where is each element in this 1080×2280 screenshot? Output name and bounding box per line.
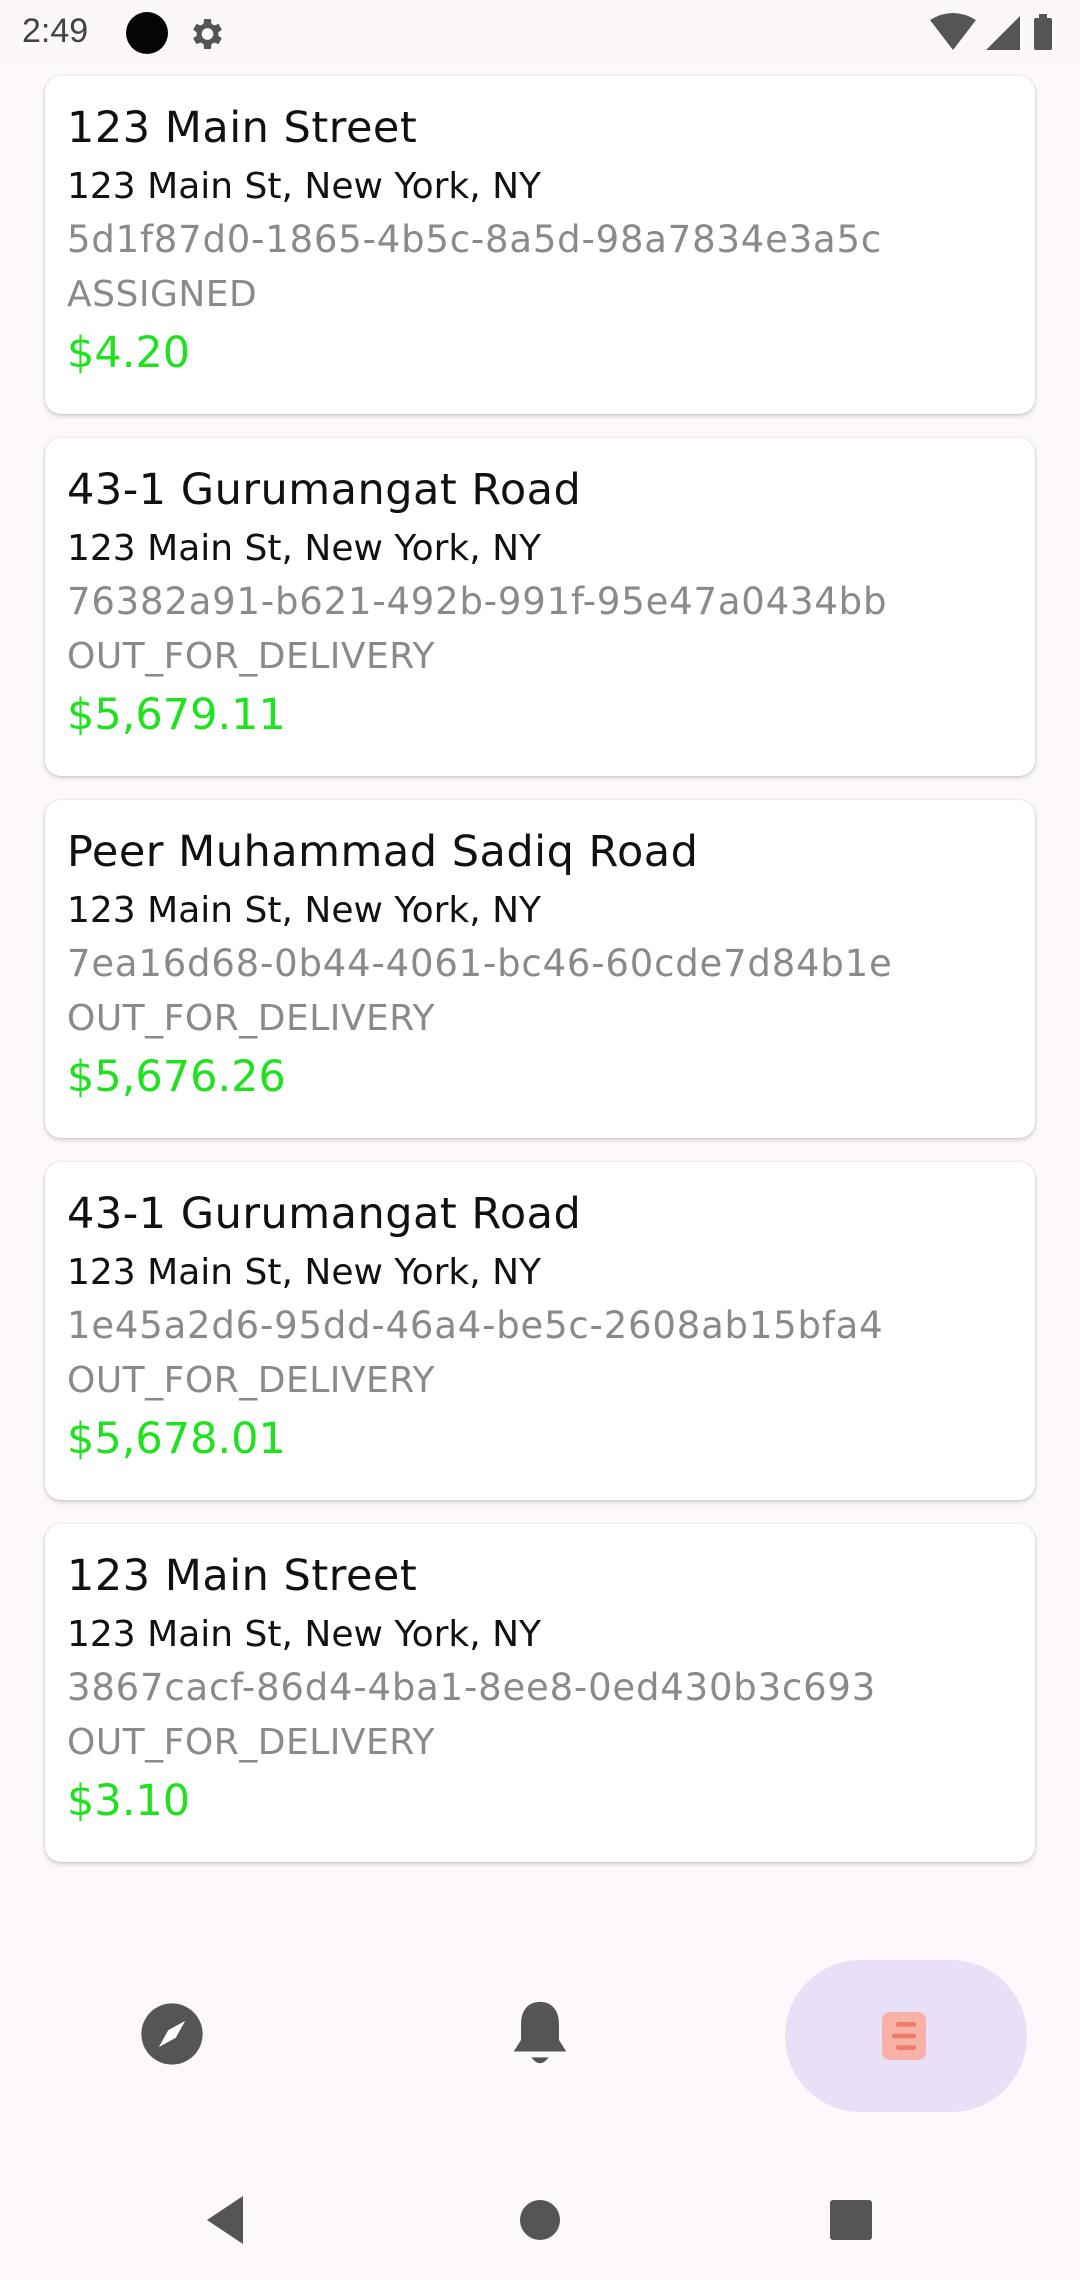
order-price: $3.10 [67,1776,191,1826]
order-id: 3867cacf-86d4-4ba1-8ee8-0ed430b3c693 [67,1666,877,1709]
nav-item-orders[interactable] [720,1876,1080,2140]
order-status: OUT_FOR_DELIVERY [67,1360,435,1401]
orders-list-icon [882,2012,926,2060]
notification-dot-icon [126,12,168,54]
settings-gear-icon [193,19,222,49]
order-address: 123 Main St, New York, NY [67,166,542,207]
order-price: $5,678.01 [67,1414,286,1464]
cell-signal-icon [986,16,1020,50]
wifi-icon [930,13,976,50]
order-id: 1e45a2d6-95dd-46a4-be5c-2608ab15bfa4 [67,1304,884,1347]
order-card[interactable]: 123 Main Street 123 Main St, New York, N… [45,1524,1035,1862]
order-card[interactable]: 43-1 Gurumangat Road 123 Main St, New Yo… [45,1162,1035,1500]
order-address: 123 Main St, New York, NY [67,1252,542,1293]
bell-icon [513,2001,567,2064]
order-title: 123 Main Street [67,1551,418,1601]
orders-list[interactable]: 123 Main Street 123 Main St, New York, N… [0,66,1080,1876]
order-card[interactable]: 43-1 Gurumangat Road 123 Main St, New Yo… [45,438,1035,776]
order-status: ASSIGNED [67,274,258,315]
order-id: 5d1f87d0-1865-4b5c-8a5d-98a7834e3a5c [67,218,882,261]
nav-item-notifications[interactable] [360,1876,720,2140]
compass-icon [141,2003,203,2065]
order-title: 123 Main Street [67,103,418,153]
order-title: Peer Muhammad Sadiq Road [67,827,699,877]
order-status: OUT_FOR_DELIVERY [67,636,435,677]
home-icon[interactable] [510,2190,570,2250]
order-price: $5,676.26 [67,1052,286,1102]
order-address: 123 Main St, New York, NY [67,1614,542,1655]
nav-item-explore[interactable] [0,1876,360,2140]
order-status: OUT_FOR_DELIVERY [67,1722,435,1763]
order-title: 43-1 Gurumangat Road [67,465,582,515]
system-navigation-bar [0,2140,1080,2280]
order-id: 76382a91-b621-492b-991f-95e47a0434bb [67,580,888,623]
battery-icon [1034,18,1052,50]
order-price: $4.20 [67,328,191,378]
recents-icon[interactable] [820,2190,880,2250]
order-address: 123 Main St, New York, NY [67,890,542,931]
order-id: 7ea16d68-0b44-4061-bc46-60cde7d84b1e [67,942,893,985]
status-bar: 2:49 [0,0,1080,66]
order-price: $5,679.11 [67,690,286,740]
order-status: OUT_FOR_DELIVERY [67,998,435,1039]
status-right-icons [930,13,1052,50]
status-time: 2:49 [22,12,89,50]
bottom-navigation [0,1876,1080,2140]
order-address: 123 Main St, New York, NY [67,528,542,569]
back-icon[interactable] [195,2190,255,2250]
order-title: 43-1 Gurumangat Road [67,1189,582,1239]
order-card[interactable]: Peer Muhammad Sadiq Road 123 Main St, Ne… [45,800,1035,1138]
order-card[interactable]: 123 Main Street 123 Main St, New York, N… [45,76,1035,414]
